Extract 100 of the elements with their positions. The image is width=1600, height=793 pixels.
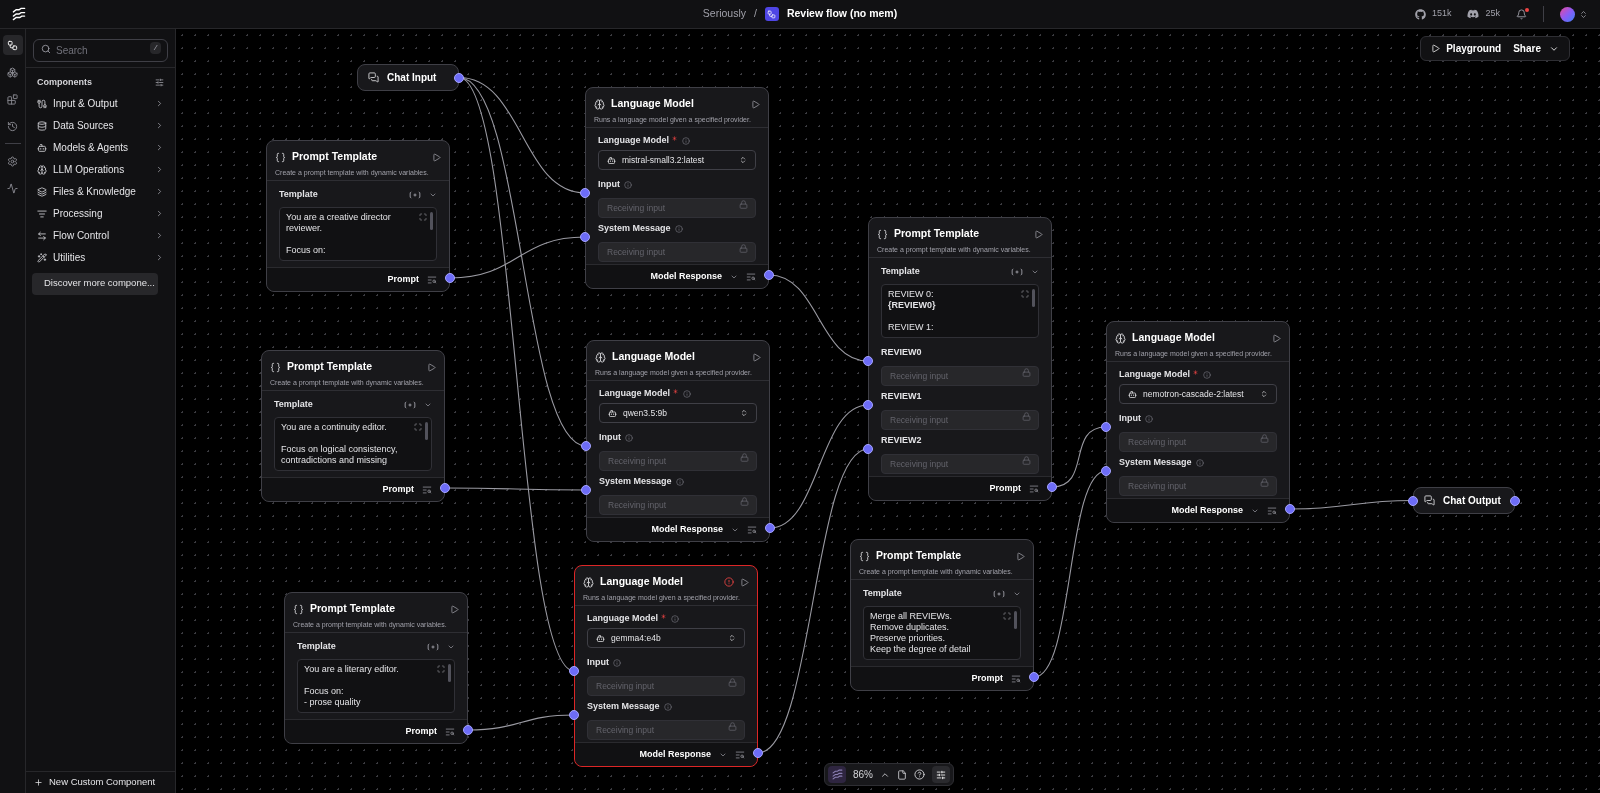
new-component-button[interactable]: New Custom Component xyxy=(34,775,156,790)
scrollbar[interactable] xyxy=(425,422,428,440)
play-icon[interactable] xyxy=(1016,551,1025,561)
play-icon[interactable] xyxy=(1272,333,1281,343)
connection-handle[interactable] xyxy=(764,270,774,280)
play-icon xyxy=(1431,44,1441,53)
github-icon[interactable] xyxy=(1414,8,1426,20)
play-icon[interactable] xyxy=(1034,229,1043,239)
play-icon[interactable] xyxy=(450,604,459,614)
connection-handle[interactable] xyxy=(1510,495,1520,506)
connection-handle[interactable] xyxy=(753,748,763,758)
connection-handle[interactable] xyxy=(1101,466,1111,476)
info-icon xyxy=(1195,458,1204,467)
bell-icon[interactable] xyxy=(1516,8,1527,20)
template-field[interactable]: REVIEW 0: {REVIEW0} REVIEW 1: xyxy=(881,284,1039,338)
braces-plus-icon[interactable] xyxy=(404,401,416,409)
model-select[interactable]: gemma4:e4b xyxy=(587,628,745,648)
model-select[interactable]: qwen3.5:9b xyxy=(599,403,757,423)
model-select[interactable]: nemotron-cascade-2:latest xyxy=(1119,384,1277,404)
connection-handle[interactable] xyxy=(440,483,450,493)
connection-handle[interactable] xyxy=(1101,422,1111,432)
help-icon[interactable] xyxy=(914,769,925,780)
node-card[interactable]: Chat Input xyxy=(357,64,459,91)
chevron-down-icon[interactable] xyxy=(424,401,432,409)
scrollbar[interactable] xyxy=(430,212,433,230)
braces-plus-icon[interactable] xyxy=(427,643,439,651)
play-icon[interactable] xyxy=(432,152,441,162)
connection-handle[interactable] xyxy=(765,523,775,533)
logo-button[interactable] xyxy=(828,766,846,783)
connection-handle[interactable] xyxy=(454,72,464,83)
connection-handle[interactable] xyxy=(1047,482,1057,492)
connection-handle[interactable] xyxy=(581,441,591,451)
playground-button[interactable]: Playground xyxy=(1431,41,1502,56)
category-item[interactable]: Models & Agents xyxy=(30,136,171,159)
category-item[interactable]: Utilities xyxy=(30,246,171,269)
chevrons-icon[interactable] xyxy=(1579,9,1588,19)
category-item[interactable]: Input & Output xyxy=(30,92,171,115)
connection-handle[interactable] xyxy=(1285,504,1295,514)
connection-handle[interactable] xyxy=(580,188,590,198)
template-field[interactable]: You are a literary editor. Focus on: - prose quality xyxy=(297,659,455,713)
text-search-icon[interactable] xyxy=(1267,505,1277,516)
play-icon[interactable] xyxy=(740,577,749,587)
text-search-icon[interactable] xyxy=(1011,673,1021,684)
braces-plus-icon[interactable] xyxy=(409,191,421,199)
template-field[interactable]: You are a creative director reviewer. Focus on: xyxy=(279,207,437,261)
play-icon[interactable] xyxy=(427,362,436,372)
text-search-icon[interactable] xyxy=(422,484,432,495)
template-field[interactable]: Merge all REVIEWs. Remove duplicates. Preserve priorities. Keep the degree of detail xyxy=(863,606,1021,660)
braces-plus-icon[interactable] xyxy=(1011,268,1023,276)
chevron-down-icon[interactable] xyxy=(429,191,437,199)
avatar[interactable] xyxy=(1560,6,1575,22)
scrollbar[interactable] xyxy=(1032,289,1035,307)
project-link[interactable]: Seriously xyxy=(702,6,746,22)
star-count: 151k xyxy=(1431,7,1452,21)
chevron-down-icon[interactable] xyxy=(1013,590,1021,598)
sliders-icon[interactable] xyxy=(155,78,164,88)
connection-handle[interactable] xyxy=(569,710,579,720)
braces-plus-icon[interactable] xyxy=(993,590,1005,598)
connection-handle[interactable] xyxy=(863,400,873,410)
category-item[interactable]: Files & Knowledge xyxy=(30,180,171,203)
connection-handle[interactable] xyxy=(445,273,455,283)
connection-handle[interactable] xyxy=(863,444,873,454)
file-icon[interactable] xyxy=(897,769,907,780)
text-search-icon[interactable] xyxy=(747,524,757,535)
discover-button[interactable]: Discover more compone... xyxy=(32,272,158,295)
model-select[interactable]: mistral-small3.2:latest xyxy=(598,150,756,170)
text-search-icon[interactable] xyxy=(445,726,455,737)
scrollbar[interactable] xyxy=(1014,611,1017,629)
chevron-down-icon[interactable] xyxy=(1031,268,1039,276)
share-button[interactable]: Share xyxy=(1513,41,1559,56)
connection-handle[interactable] xyxy=(1029,672,1039,682)
connection-handle[interactable] xyxy=(863,356,873,366)
connection-handle[interactable] xyxy=(1408,495,1418,506)
category-item[interactable]: Data Sources xyxy=(30,114,171,137)
connection-handle[interactable] xyxy=(569,666,579,676)
template-field[interactable]: You are a continuity editor. Focus on logical consistency, contradictions and missing xyxy=(274,417,432,471)
field-label: Language Model xyxy=(599,386,670,400)
text-search-icon[interactable] xyxy=(746,271,756,282)
category-item[interactable]: Processing xyxy=(30,202,171,225)
settings-button[interactable] xyxy=(932,766,950,783)
connection-handle[interactable] xyxy=(463,725,473,735)
play-icon[interactable] xyxy=(752,352,761,362)
scrollbar[interactable] xyxy=(448,664,451,682)
category-item[interactable]: Flow Control xyxy=(30,224,171,247)
play-icon[interactable] xyxy=(751,99,760,109)
category-item[interactable]: LLM Operations xyxy=(30,158,171,181)
zoom-level[interactable]: 86% xyxy=(853,767,873,782)
info-icon xyxy=(683,389,691,398)
connection-handle[interactable] xyxy=(580,232,590,242)
text-search-icon[interactable] xyxy=(1029,483,1039,494)
node-card[interactable]: Chat Output xyxy=(1413,487,1515,514)
brain-icon xyxy=(594,98,605,110)
text-search-icon[interactable] xyxy=(427,274,437,285)
flow-name[interactable]: Review flow (no mem) xyxy=(786,6,898,22)
connection-handle[interactable] xyxy=(581,485,591,495)
discord-icon[interactable] xyxy=(1467,8,1480,20)
robot-icon xyxy=(596,633,605,643)
text-search-icon[interactable] xyxy=(735,749,745,760)
rail-button[interactable] xyxy=(2,35,23,55)
chevron-down-icon[interactable] xyxy=(447,643,455,651)
